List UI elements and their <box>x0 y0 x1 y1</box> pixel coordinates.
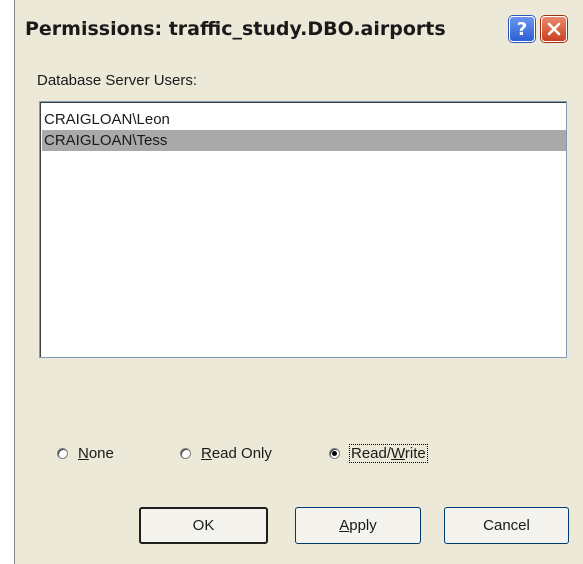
radio-read-write[interactable]: Read/Write <box>329 442 428 464</box>
apply-label: Apply <box>339 517 377 534</box>
radio-circle-icon <box>57 447 68 459</box>
radio-none[interactable]: None <box>57 442 114 464</box>
close-button[interactable] <box>541 16 567 42</box>
radio-read-only-label: Read Only <box>201 444 272 462</box>
radio-read-only[interactable]: Read Only <box>180 442 272 464</box>
radio-checked-icon <box>329 447 340 459</box>
radio-none-label: None <box>78 444 114 462</box>
radio-read-write-label: Read/Write <box>349 443 428 463</box>
close-icon <box>547 22 561 36</box>
users-listbox[interactable]: CRAIGLOAN\Leon CRAIGLOAN\Tess <box>39 101 567 358</box>
window-title: Permissions: traffic_study.DBO.airports <box>25 18 446 40</box>
cancel-button[interactable]: Cancel <box>444 507 569 544</box>
permissions-dialog: Permissions: traffic_study.DBO.airports … <box>14 0 583 564</box>
ok-button[interactable]: OK <box>139 507 268 544</box>
users-label: Database Server Users: <box>37 72 198 89</box>
radio-circle-icon <box>180 447 191 459</box>
title-bar: Permissions: traffic_study.DBO.airports … <box>15 0 583 60</box>
apply-button[interactable]: Apply <box>295 507 421 544</box>
help-button[interactable]: ? <box>509 16 535 42</box>
help-icon: ? <box>516 18 528 40</box>
list-item-leon[interactable]: CRAIGLOAN\Leon <box>42 109 566 130</box>
list-item-tess[interactable]: CRAIGLOAN\Tess <box>42 130 566 151</box>
